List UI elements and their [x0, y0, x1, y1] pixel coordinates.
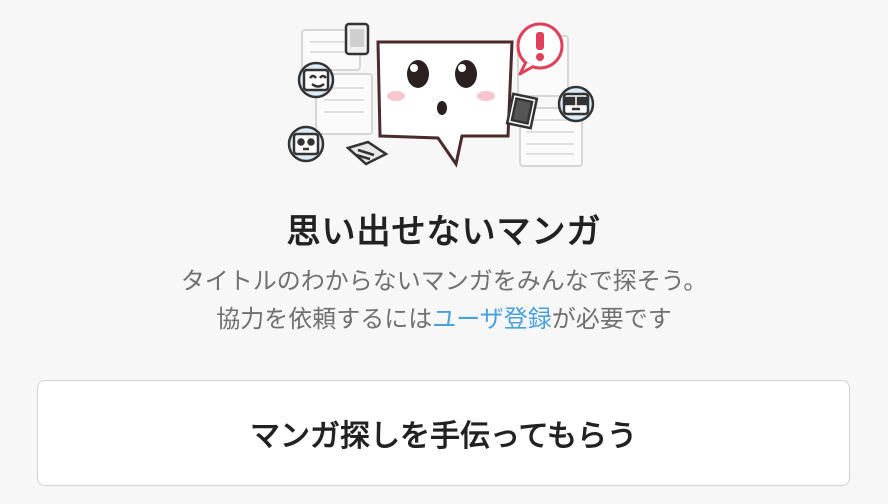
description-line-2: 協力を依頼するにはユーザ登録が必要です	[0, 300, 888, 338]
description: タイトルのわからないマンガをみんなで探そう。 協力を依頼するにはユーザ登録が必要…	[0, 262, 888, 338]
smiling-face-bubble	[297, 61, 335, 99]
description-line-1: タイトルのわからないマンガをみんなで探そう。	[180, 267, 708, 295]
phone-icon	[344, 22, 370, 56]
open-book-icon	[345, 140, 389, 166]
request-help-button[interactable]: マンガ探しを手伝ってもらう	[37, 380, 850, 486]
page-title: 思い出せないマンガ	[286, 212, 602, 252]
surprised-face-bubble	[287, 125, 325, 163]
description-suffix: が必要です	[551, 305, 672, 333]
manga-book-icon	[505, 92, 539, 130]
description-prefix: 協力を依頼するには	[216, 305, 433, 333]
forgotten-manga-illustration	[287, 22, 595, 168]
sunglasses-face-bubble	[557, 85, 595, 123]
register-link[interactable]: ユーザ登録	[432, 305, 552, 333]
